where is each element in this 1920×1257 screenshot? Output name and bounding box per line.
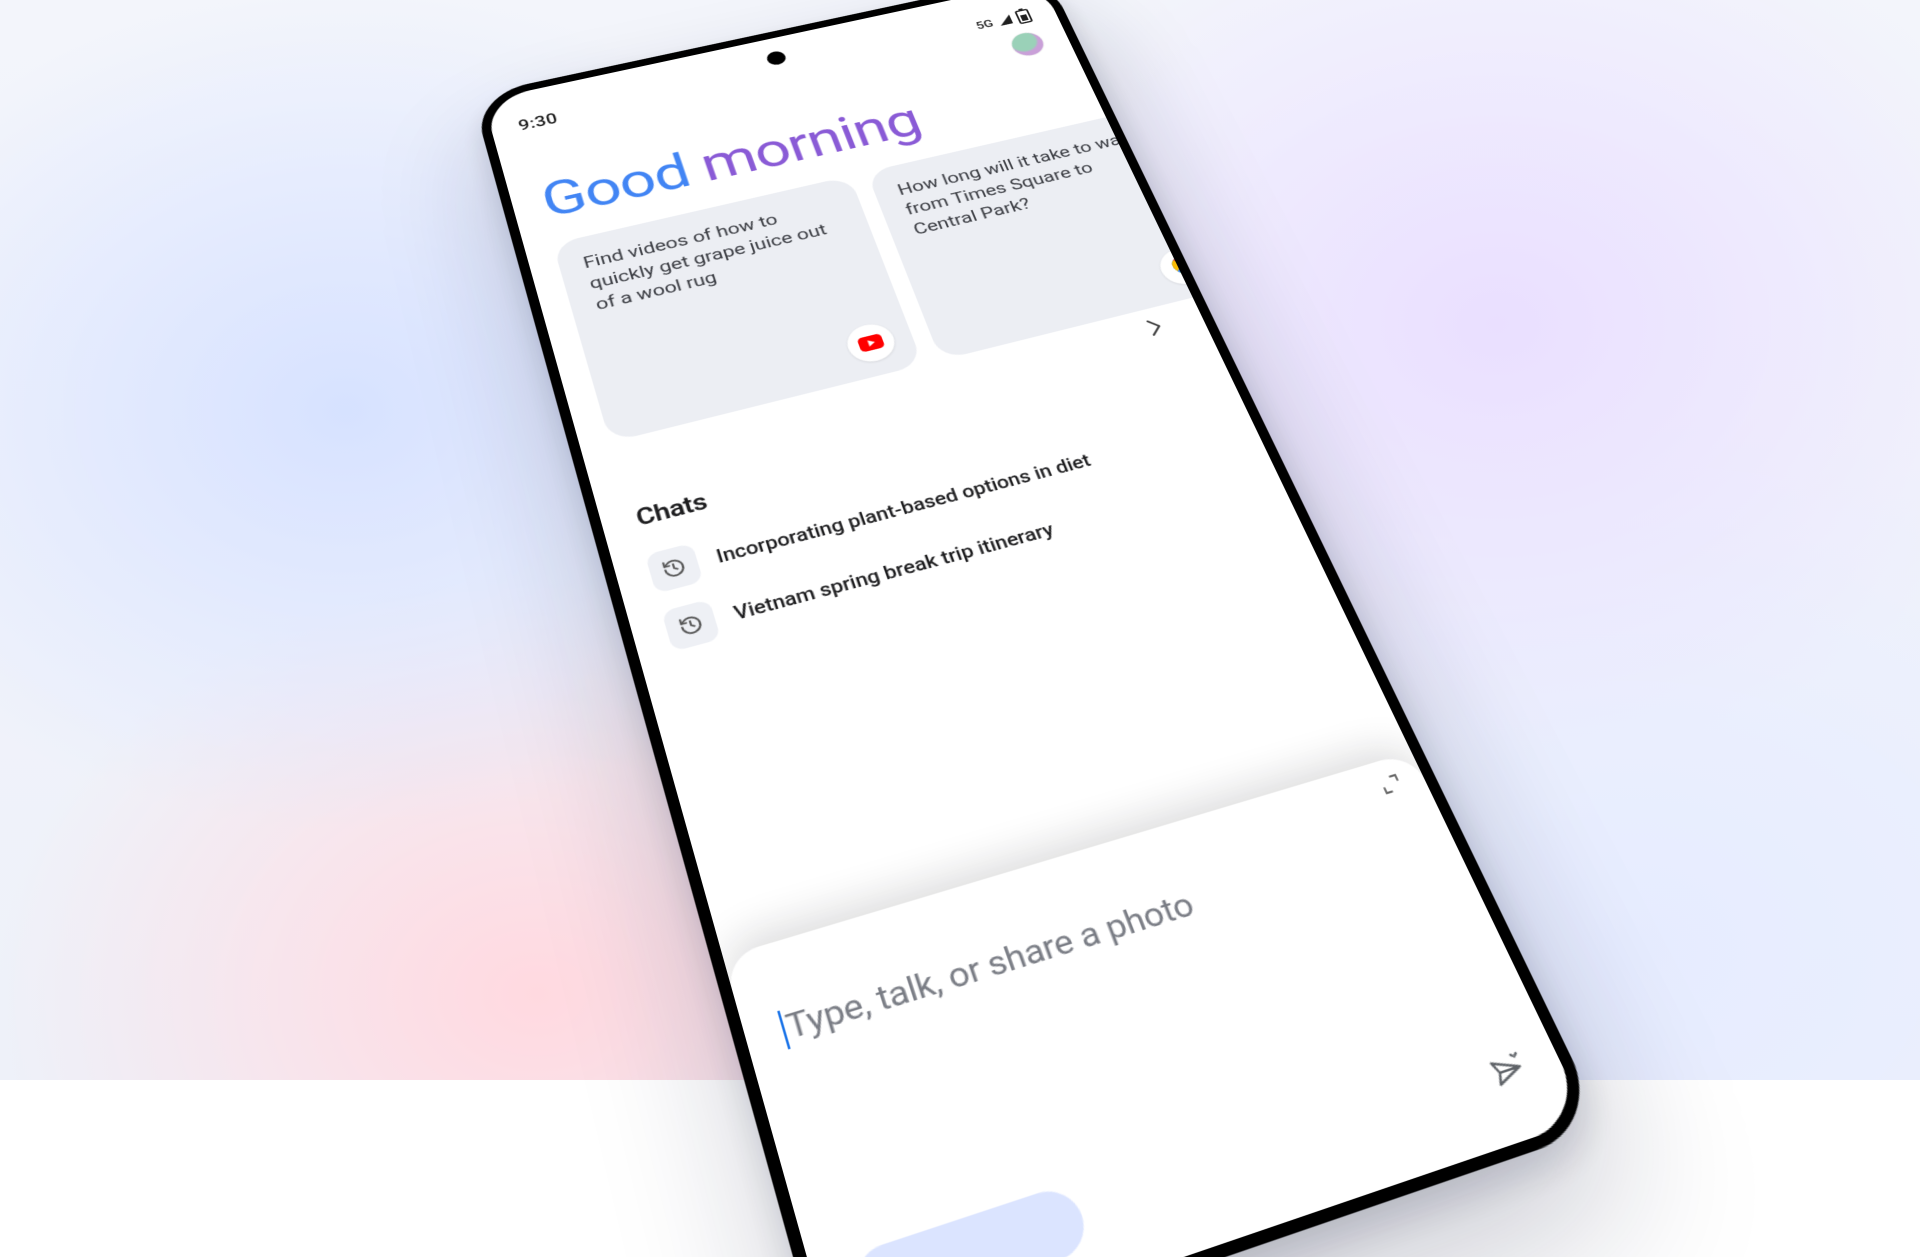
chevron-right-icon[interactable] [1136,316,1177,344]
phone-screen: 9:30 5G Good morning Find v [483,0,1588,1257]
signal-icon [997,15,1013,26]
send-icon[interactable] [1485,1049,1533,1096]
input-sheet[interactable]: Type, talk, or share a photo [723,751,1588,1257]
youtube-icon [842,320,900,366]
suggestion-card-text: How long will it take to walk from Times… [895,129,1138,239]
maps-icon [1154,245,1213,289]
suggestion-card-peek[interactable]: H [1163,93,1304,283]
text-cursor [777,1010,790,1049]
suggestion-card-videos[interactable]: Find videos of how to quickly get grape … [553,176,924,443]
history-icon [645,543,704,594]
profile-avatar[interactable] [1008,30,1048,58]
suggestion-card-walk-time[interactable]: How long will it take to walk from Times… [866,108,1235,360]
input-placeholder: Type, talk, or share a photo [782,886,1200,1048]
expand-icon[interactable] [1379,774,1406,800]
suggestion-card-text: Find videos of how to quickly get grape … [581,211,829,314]
voice-input-pill[interactable] [848,1182,1093,1257]
suggestion-card-text: H [1177,115,1198,134]
history-icon [661,599,721,652]
phone-frame: 9:30 5G Good morning Find v [472,0,1605,1257]
